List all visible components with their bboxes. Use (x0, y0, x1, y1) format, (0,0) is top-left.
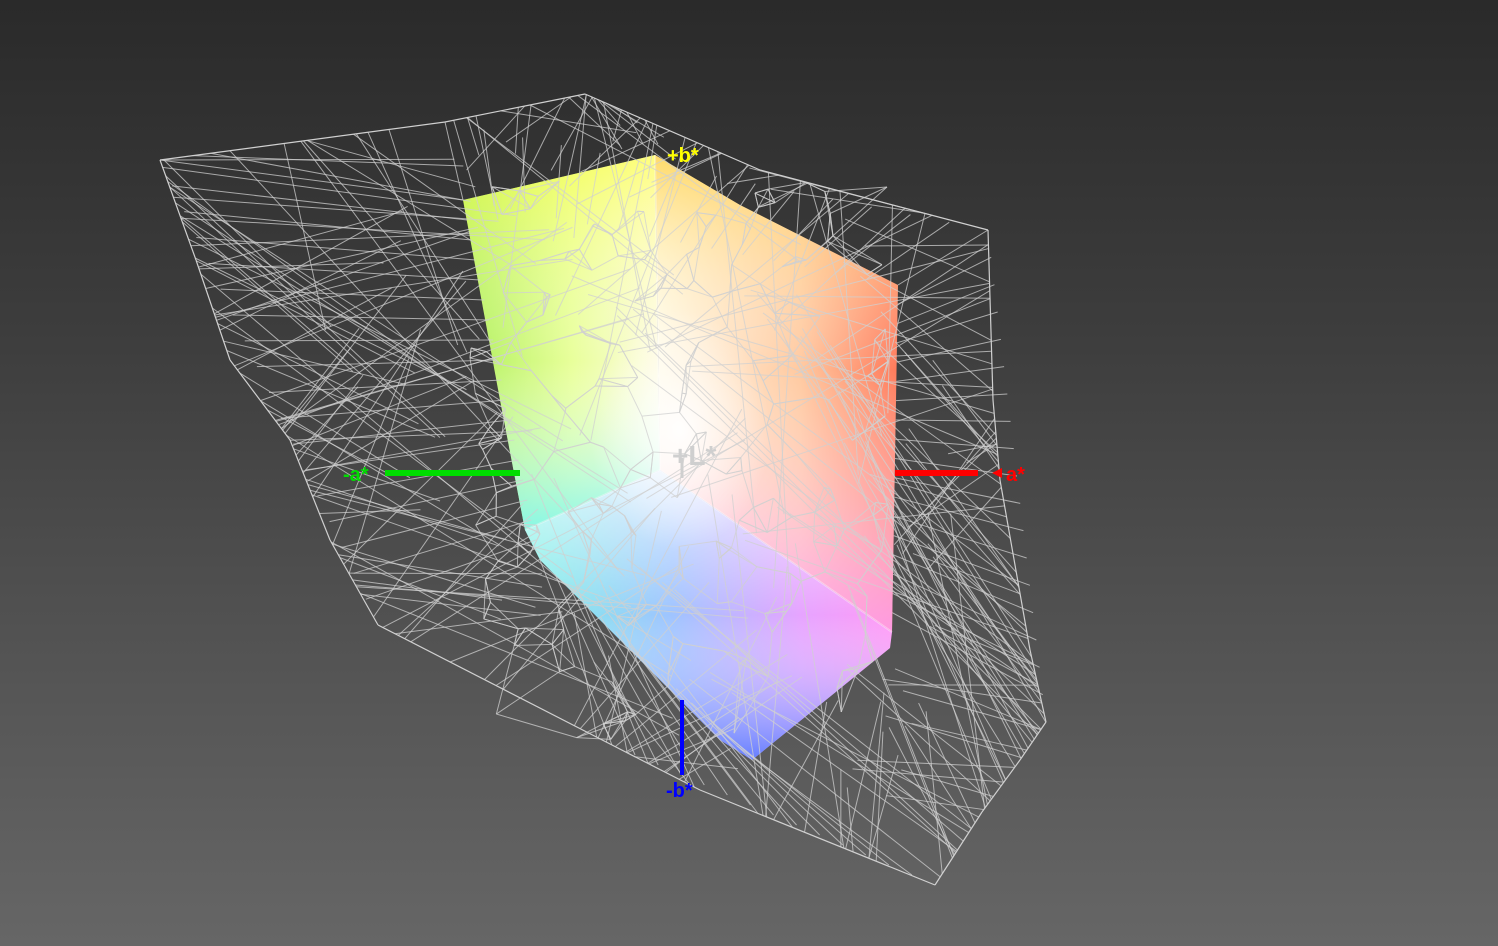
wireframe-edge (600, 100, 676, 160)
wireframe-edge (162, 166, 516, 217)
wireframe-edge (576, 720, 626, 739)
wireframe-edge (897, 229, 989, 286)
wireframe-edge (559, 629, 565, 672)
wireframe-edge (866, 221, 950, 280)
wireframe-edge (941, 385, 1000, 469)
wireframe-edge (503, 291, 545, 294)
wireframe-edge (341, 499, 528, 548)
gamut-3d-viewport[interactable]: +b* a* -a* -b* +L* (0, 0, 1498, 946)
minus-b-axis-label: -b* (666, 780, 693, 802)
wireframe-edge (897, 256, 992, 305)
wireframe-edge (868, 692, 885, 859)
wireframe-edge (517, 553, 531, 568)
wireframe-edge (305, 439, 515, 471)
wireframe-edge (198, 210, 403, 268)
wireframe-edge (754, 192, 759, 208)
wireframe-edge (595, 385, 628, 388)
wireframe-edge (518, 627, 526, 630)
wireframe-edge (167, 181, 447, 381)
wireframe-edge (927, 512, 988, 805)
wireframe-edge (268, 379, 502, 393)
wireframe-edge (551, 609, 560, 645)
wireframe-edge (496, 713, 577, 739)
wireframe-edge (648, 728, 735, 765)
wireframe-edge (875, 731, 884, 862)
wireframe-edge (329, 479, 523, 523)
wireframe-edge (759, 169, 989, 231)
plus-b-axis-label: +b* (667, 145, 699, 167)
wireframe-edge (159, 159, 197, 261)
plus-a-axis-label: a* (1006, 464, 1025, 486)
wireframe-edge (872, 477, 1038, 736)
wireframe-edge (827, 213, 831, 242)
wireframe-edge (469, 347, 472, 359)
wireframe-edge (348, 572, 542, 575)
wireframe-edge (312, 270, 464, 498)
wireframe-edge (444, 93, 586, 123)
wireframe-edge (496, 485, 513, 494)
wireframe-edge (169, 186, 441, 438)
wireframe-edge (896, 366, 1005, 382)
wireframe-edge (574, 666, 612, 683)
wireframe-edge (192, 155, 464, 167)
wireframe-edge (836, 688, 842, 713)
wireframe-edge (559, 666, 575, 673)
wireframe-edge (244, 339, 493, 342)
wireframe-edge (214, 205, 408, 315)
wireframe-edge (901, 769, 994, 797)
wireframe-edge (864, 244, 989, 247)
wireframe-edge (736, 745, 913, 876)
wireframe-edge (485, 578, 491, 603)
wireframe-edge (846, 668, 991, 802)
wireframe-edge (576, 737, 611, 740)
plus-l-axis-label: +L* (672, 440, 716, 471)
wireframe-edge (339, 557, 501, 620)
gamut-3d-scene[interactable]: +b* a* -a* -b* +L* (0, 0, 1498, 946)
wireframe-edge (474, 393, 491, 428)
wireframe-edge (229, 359, 291, 441)
wireframe-edge (896, 338, 1001, 363)
wireframe-edge (699, 789, 936, 886)
plus-a-axis-arrow (992, 468, 1002, 478)
wireframe-edge (159, 121, 446, 161)
wireframe-edge (888, 727, 955, 856)
minus-a-axis-label: -a* (343, 464, 369, 486)
wireframe-edge (727, 174, 780, 184)
wireframe-edge (226, 350, 436, 438)
wireframe-edge (892, 592, 1040, 668)
wireframe-edge (220, 288, 485, 301)
wireframe-edge (444, 121, 464, 201)
wireframe-edge (1029, 649, 1047, 723)
wireframe-edge (377, 624, 613, 746)
